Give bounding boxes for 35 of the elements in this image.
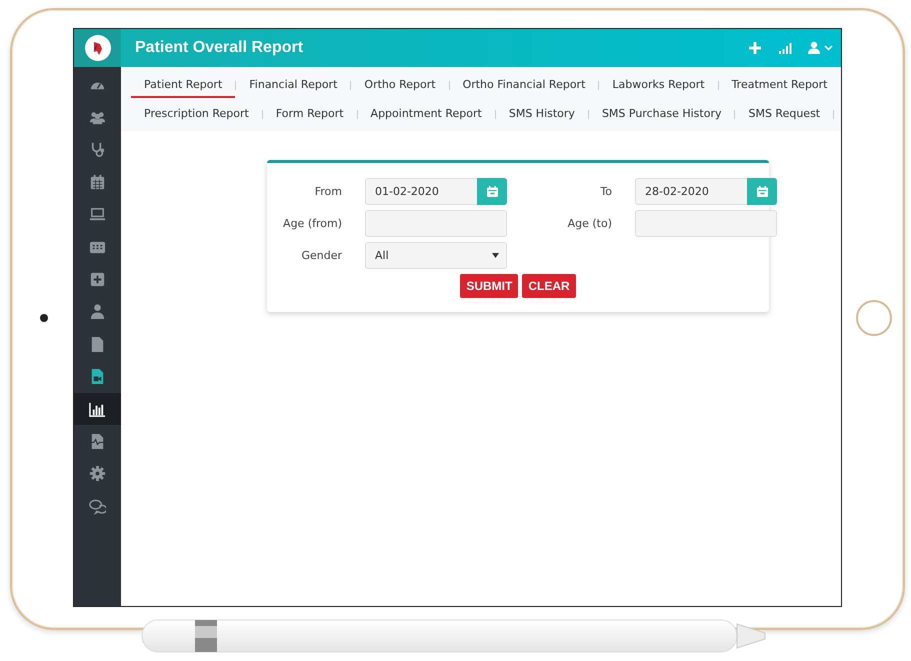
calendar-icon: [756, 186, 768, 197]
field-label: From: [314, 185, 342, 198]
camera-dot: [40, 314, 48, 322]
tab[interactable]: Patient Report: [131, 74, 236, 98]
tab[interactable]: Labworks Report: [599, 74, 718, 98]
input-field[interactable]: [635, 210, 777, 237]
signal-icon[interactable]: [778, 41, 792, 55]
tab[interactable]: Ortho Financial Report: [450, 74, 598, 98]
calendar-button[interactable]: [477, 178, 507, 205]
plus-icon[interactable]: [748, 41, 762, 55]
calendar-icon: [486, 186, 498, 197]
field-label: To: [600, 185, 612, 198]
caret-icon: [492, 253, 499, 258]
sidebar-item[interactable]: [74, 392, 121, 426]
tab[interactable]: Prescription Report: [131, 102, 262, 126]
field-label: Gender: [301, 249, 342, 262]
submit-button[interactable]: SUBMIT: [460, 274, 518, 298]
input-field[interactable]: [365, 210, 507, 237]
tab[interactable]: Appointment Report: [358, 102, 495, 126]
tab[interactable]: Form Report: [262, 102, 357, 126]
tab[interactable]: Ortho Report: [351, 74, 449, 98]
date-field[interactable]: 28-02-2020: [635, 178, 777, 205]
tab[interactable]: SMS History: [496, 102, 588, 126]
field-label: Age (from): [283, 217, 342, 230]
tab[interactable]: Treatment Report: [718, 74, 840, 98]
calendar-button[interactable]: [747, 178, 777, 205]
page-title: Patient Overall Report: [135, 39, 304, 57]
tab[interactable]: SMS Request: [735, 102, 834, 126]
tab[interactable]: SMS Purchase History: [588, 102, 734, 126]
field-label: Age (to): [568, 217, 612, 230]
date-field[interactable]: 01-02-2020: [365, 178, 507, 205]
dropdown[interactable]: All: [365, 242, 507, 269]
tab[interactable]: Financial Report: [236, 74, 350, 98]
clear-button[interactable]: CLEAR: [522, 274, 576, 298]
logo-icon: [84, 35, 110, 61]
